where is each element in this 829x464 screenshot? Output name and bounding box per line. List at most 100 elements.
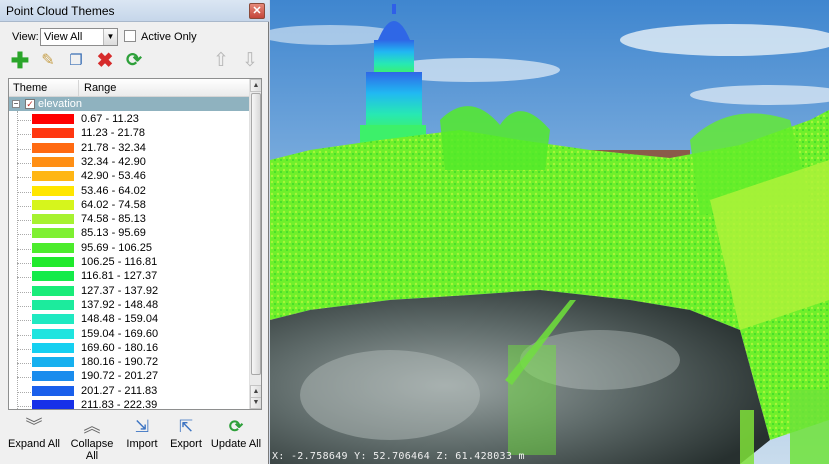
- color-swatch[interactable]: [32, 185, 74, 196]
- update-all-label: Update All: [210, 438, 262, 450]
- column-header-range[interactable]: Range: [84, 82, 116, 94]
- tree-connector: [17, 391, 33, 393]
- range-row[interactable]: 190.72 - 201.27: [9, 370, 249, 384]
- range-row[interactable]: 42.90 - 53.46: [9, 170, 249, 184]
- color-swatch[interactable]: [32, 171, 74, 182]
- range-row[interactable]: 11.23 - 21.78: [9, 127, 249, 141]
- tree-root-elevation[interactable]: − ✓ elevation: [9, 97, 249, 111]
- color-swatch[interactable]: [32, 271, 74, 282]
- color-swatch[interactable]: [32, 128, 74, 139]
- range-row[interactable]: 180.16 - 190.72: [9, 356, 249, 370]
- range-row[interactable]: 85.13 - 95.69: [9, 227, 249, 241]
- range-row[interactable]: 53.46 - 64.02: [9, 185, 249, 199]
- plus-icon[interactable]: ✚: [10, 50, 30, 72]
- dialog-title: Point Cloud Themes: [6, 4, 115, 18]
- color-swatch[interactable]: [32, 357, 74, 368]
- range-row[interactable]: 116.81 - 127.37: [9, 270, 249, 284]
- range-row[interactable]: 64.02 - 74.58: [9, 199, 249, 213]
- delete-x-icon[interactable]: ✖: [95, 51, 115, 71]
- active-only-label: Active Only: [141, 31, 197, 43]
- tree-connector: [17, 377, 33, 379]
- range-label: 42.90 - 53.46: [81, 170, 146, 183]
- import-label: Import: [126, 438, 158, 450]
- point-cloud-3d-viewport[interactable]: X: -2.758649 Y: 52.706464 Z: 61.428033 m: [270, 0, 829, 464]
- dialog-titlebar[interactable]: Point Cloud Themes ✕: [0, 0, 269, 22]
- import-button[interactable]: ⇲ Import: [124, 416, 160, 456]
- color-swatch[interactable]: [32, 214, 74, 225]
- color-swatch[interactable]: [32, 385, 74, 396]
- pencil-icon[interactable]: ✎: [38, 51, 58, 71]
- range-row[interactable]: 21.78 - 32.34: [9, 142, 249, 156]
- color-swatch[interactable]: [32, 371, 74, 382]
- color-swatch[interactable]: [32, 328, 74, 339]
- scrollbar-thumb[interactable]: [251, 93, 261, 375]
- cursor-coordinates: X: -2.758649 Y: 52.706464 Z: 61.428033 m: [272, 451, 525, 462]
- range-label: 11.23 - 21.78: [81, 127, 146, 140]
- color-swatch[interactable]: [32, 156, 74, 167]
- range-row[interactable]: 159.04 - 169.60: [9, 328, 249, 342]
- update-all-button[interactable]: ⟳ Update All: [210, 416, 262, 456]
- tree-connector: [17, 348, 33, 350]
- export-button[interactable]: ⇱ Export: [166, 416, 206, 456]
- color-swatch[interactable]: [32, 342, 74, 353]
- range-label: 201.27 - 211.83: [81, 384, 158, 397]
- tree-connector: [17, 191, 33, 193]
- export-label: Export: [170, 438, 202, 450]
- color-swatch[interactable]: [32, 257, 74, 267]
- range-label: 159.04 - 169.60: [81, 327, 159, 340]
- range-row[interactable]: 127.37 - 137.92: [9, 285, 249, 299]
- vertical-scrollbar[interactable]: ▲ ▲ ▼: [249, 79, 261, 409]
- range-label: 169.60 - 180.16: [81, 341, 159, 354]
- tree-connector: [17, 305, 33, 307]
- tree-connector: [17, 205, 33, 207]
- range-row[interactable]: 74.58 - 85.13: [9, 213, 249, 227]
- range-row[interactable]: 148.48 - 159.04: [9, 313, 249, 327]
- range-row[interactable]: 169.60 - 180.16: [9, 342, 249, 356]
- point-cloud-render: [270, 0, 829, 464]
- range-row[interactable]: 201.27 - 211.83: [9, 385, 249, 399]
- range-label: 106.25 - 116.81: [81, 256, 158, 268]
- tree-connector: [17, 120, 33, 121]
- copy-icon[interactable]: ❐: [66, 51, 86, 71]
- color-swatch[interactable]: [32, 142, 74, 153]
- expand-all-label: Expand All: [8, 438, 60, 450]
- color-swatch[interactable]: [32, 114, 74, 124]
- color-swatch[interactable]: [32, 242, 74, 253]
- color-swatch[interactable]: [32, 199, 74, 210]
- tree-connector: [17, 248, 33, 250]
- collapse-all-label: Collapse All: [70, 438, 114, 462]
- close-button[interactable]: ✕: [249, 3, 265, 19]
- theme-tree[interactable]: Theme Range − ✓ elevation 0.67 - 11.23 11…: [8, 78, 262, 410]
- arrow-up-icon[interactable]: ⇧: [211, 51, 231, 71]
- color-swatch[interactable]: [32, 228, 74, 239]
- range-row[interactable]: 211.83 - 222.39: [9, 399, 249, 409]
- scroll-up-arrow-icon[interactable]: ▲: [250, 79, 261, 92]
- color-swatch[interactable]: [32, 314, 74, 325]
- collapse-all-button[interactable]: ︽ Collapse All: [64, 416, 120, 462]
- tree-connector: [17, 234, 33, 236]
- range-row[interactable]: 95.69 - 106.25: [9, 242, 249, 256]
- color-swatch[interactable]: [32, 285, 74, 296]
- range-row[interactable]: 0.67 - 11.23: [9, 113, 249, 127]
- range-row[interactable]: 137.92 - 148.48: [9, 299, 249, 313]
- expand-all-button[interactable]: ︾ Expand All: [6, 416, 62, 456]
- column-separator[interactable]: [78, 80, 79, 96]
- elevation-checkbox[interactable]: ✓: [25, 99, 35, 109]
- tree-connector: [17, 177, 33, 179]
- scroll-down-arrow-icon[interactable]: ▼: [250, 397, 261, 409]
- color-swatch[interactable]: [32, 299, 74, 310]
- range-label: 95.69 - 106.25: [81, 241, 152, 254]
- collapse-toggle-icon[interactable]: −: [12, 100, 20, 108]
- color-swatch[interactable]: [32, 400, 74, 409]
- refresh-icon[interactable]: ⟳: [124, 51, 144, 71]
- column-header-theme[interactable]: Theme: [13, 82, 47, 94]
- range-label: 32.34 - 42.90: [81, 155, 146, 168]
- range-label: 180.16 - 190.72: [81, 356, 159, 369]
- range-row[interactable]: 106.25 - 116.81: [9, 256, 249, 270]
- arrow-down-icon[interactable]: ⇩: [240, 51, 260, 71]
- range-row[interactable]: 32.34 - 42.90: [9, 156, 249, 170]
- chevron-down-icon[interactable]: ▼: [103, 29, 117, 45]
- view-select[interactable]: View All ▼: [40, 28, 118, 46]
- range-label: 64.02 - 74.58: [81, 198, 146, 211]
- active-only-checkbox[interactable]: [124, 30, 136, 42]
